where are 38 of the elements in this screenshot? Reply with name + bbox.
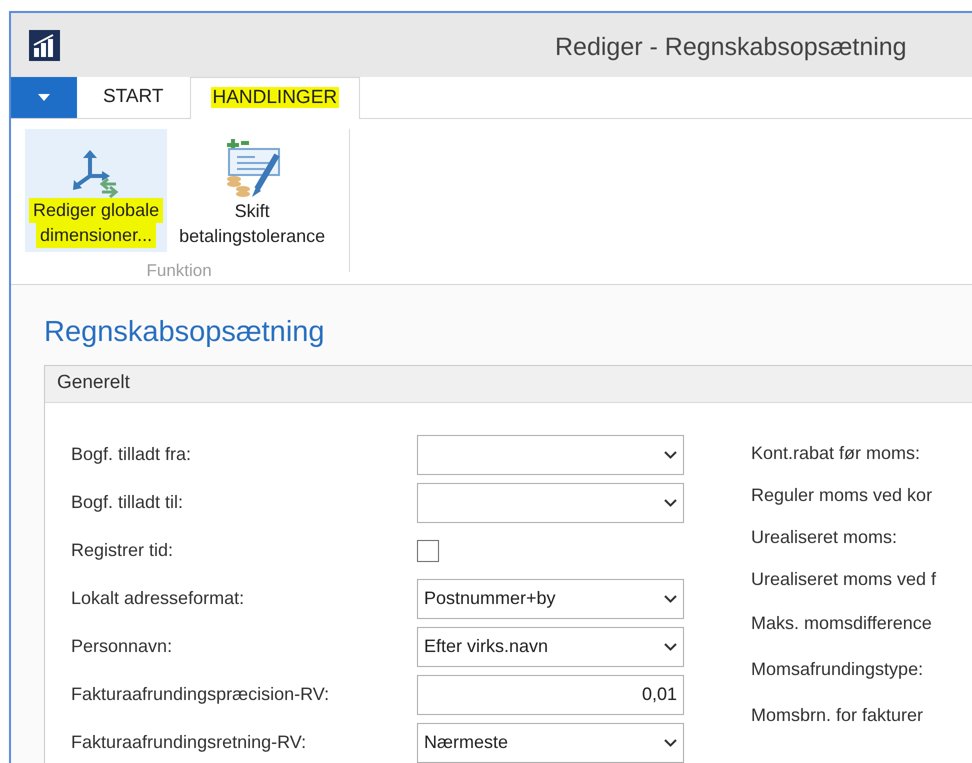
field-label: Fakturaafrundingspræcision-RV: bbox=[71, 683, 330, 706]
field-label: Maks. momsdifference bbox=[751, 612, 932, 635]
field-label: Momsbrn. for fakturer bbox=[751, 704, 924, 727]
field-label: Fakturaafrundingsretning-RV: bbox=[71, 731, 308, 754]
field-label: Bogf. tilladt til: bbox=[71, 491, 184, 514]
chevron-down-icon bbox=[664, 642, 677, 650]
ribbon-group-label: Funktion bbox=[146, 260, 212, 282]
chevron-down-icon bbox=[664, 738, 677, 746]
field-label: Urealiseret moms ved f bbox=[751, 568, 936, 591]
axes-arrows-icon bbox=[72, 148, 120, 198]
dropdown-field[interactable]: Efter virks.navn bbox=[417, 626, 684, 666]
dropdown-field[interactable] bbox=[417, 482, 684, 522]
chevron-down-icon bbox=[664, 594, 677, 602]
field-label: Lokalt adresseformat: bbox=[71, 587, 246, 610]
ribbon-tab[interactable]: START bbox=[77, 76, 190, 118]
chevron-down-icon bbox=[664, 498, 677, 506]
field-label: Urealiseret moms: bbox=[751, 526, 898, 549]
caret-icon bbox=[38, 94, 50, 100]
page-heading: Regnskabsopsætning bbox=[44, 315, 326, 350]
window-title: Rediger - Regnskabsopsætning bbox=[555, 32, 907, 63]
field-label: Personnavn: bbox=[71, 635, 174, 658]
section-header[interactable]: Generelt bbox=[45, 366, 972, 402]
checkbox[interactable] bbox=[417, 540, 439, 562]
dropdown-field[interactable]: Postnummer+by bbox=[417, 578, 684, 618]
ribbon-action-button[interactable]: Rediger globale dimensioner... bbox=[25, 129, 168, 252]
menu-dropdown-button[interactable] bbox=[11, 76, 77, 118]
chevron-down-icon bbox=[664, 450, 677, 458]
number-field[interactable]: 0,01 bbox=[417, 674, 684, 714]
field-label: Momsafrundingstype: bbox=[751, 658, 924, 681]
dropdown-field[interactable] bbox=[417, 434, 684, 474]
field-label: Reguler moms ved kor bbox=[751, 484, 932, 507]
ribbon-tab[interactable]: HANDLINGER bbox=[190, 77, 360, 119]
field-label: Bogf. tilladt fra: bbox=[71, 443, 192, 466]
field-label: Kont.rabat før moms: bbox=[751, 442, 920, 465]
field-label: Registrer tid: bbox=[71, 539, 174, 562]
app-logo-icon bbox=[29, 30, 60, 60]
ribbon-action-button[interactable]: Skift betalingstolerance bbox=[171, 129, 334, 252]
dropdown-field[interactable]: Nærmeste bbox=[417, 722, 684, 762]
